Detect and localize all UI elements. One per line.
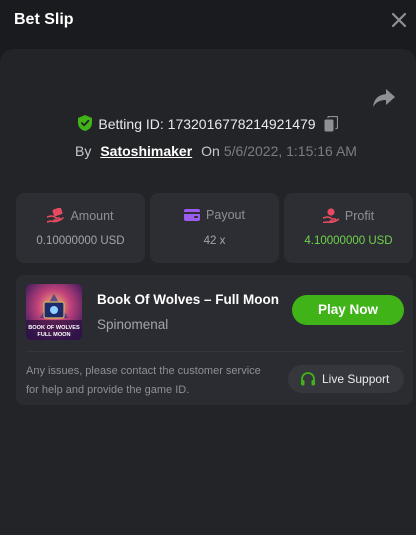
- bet-slip-panel: Betting ID: 1732016778214921479 By Satosh…: [0, 49, 416, 535]
- payout-label: Payout: [206, 208, 245, 222]
- game-thumbnail[interactable]: BOOK OF WOLVES FULL MOON: [26, 284, 82, 340]
- username-link[interactable]: Satoshimaker: [100, 143, 192, 159]
- thumb-subtitle: FULL MOON: [37, 332, 70, 338]
- headset-icon: [301, 372, 315, 386]
- amount-label: Amount: [70, 209, 114, 223]
- game-thumbnail-art: BOOK OF WOLVES FULL MOON: [26, 284, 82, 340]
- by-label: By: [75, 143, 92, 159]
- copy-icon[interactable]: [324, 116, 338, 132]
- on-label: On: [201, 143, 220, 159]
- game-card: BOOK OF WOLVES FULL MOON Book Of Wolves …: [16, 275, 413, 405]
- hand-coin-icon: [46, 207, 65, 223]
- profit-card: Profit 4.10000000 USD: [284, 193, 413, 263]
- payout-value: 42 x: [203, 235, 226, 247]
- thumb-title: BOOK OF WOLVES: [28, 325, 80, 331]
- profit-value: 4.10000000 USD: [304, 235, 393, 247]
- bet-author-row: By Satoshimaker On 5/6/2022, 1:15:16 AM: [75, 143, 357, 159]
- profit-label-row: Profit: [284, 208, 413, 224]
- amount-value: 0.10000000 USD: [36, 235, 125, 247]
- hand-coin-icon: [322, 208, 340, 224]
- bet-slip-header: Bet Slip: [0, 0, 416, 42]
- betting-id-label: Betting ID:: [98, 116, 164, 132]
- betting-id-value: 1732016778214921479: [167, 116, 316, 132]
- payout-label-row: Payout: [150, 208, 279, 222]
- shield-check-icon: [78, 115, 93, 131]
- page-title: Bet Slip: [14, 11, 74, 28]
- close-icon[interactable]: [388, 9, 410, 31]
- wallet-icon: [184, 209, 201, 221]
- support-message: Any issues, please contact the customer …: [26, 365, 261, 396]
- bet-date: 5/6/2022, 1:15:16 AM: [223, 143, 357, 159]
- live-support-label: Live Support: [322, 372, 390, 386]
- betting-id-row: Betting ID: 1732016778214921479: [0, 115, 416, 132]
- live-support-button[interactable]: Live Support: [288, 365, 404, 393]
- divider: [26, 351, 403, 352]
- game-provider: Spinomenal: [97, 317, 169, 332]
- profit-label: Profit: [344, 209, 375, 223]
- amount-card: Amount 0.10000000 USD: [16, 193, 145, 263]
- bet-stats: Amount 0.10000000 USD Payout 42 x Profit: [16, 193, 413, 263]
- amount-label-row: Amount: [16, 207, 145, 223]
- share-icon[interactable]: [372, 87, 396, 109]
- payout-card: Payout 42 x: [150, 193, 279, 263]
- play-now-button[interactable]: Play Now: [292, 295, 404, 325]
- game-title[interactable]: Book Of Wolves – Full Moon: [97, 292, 279, 307]
